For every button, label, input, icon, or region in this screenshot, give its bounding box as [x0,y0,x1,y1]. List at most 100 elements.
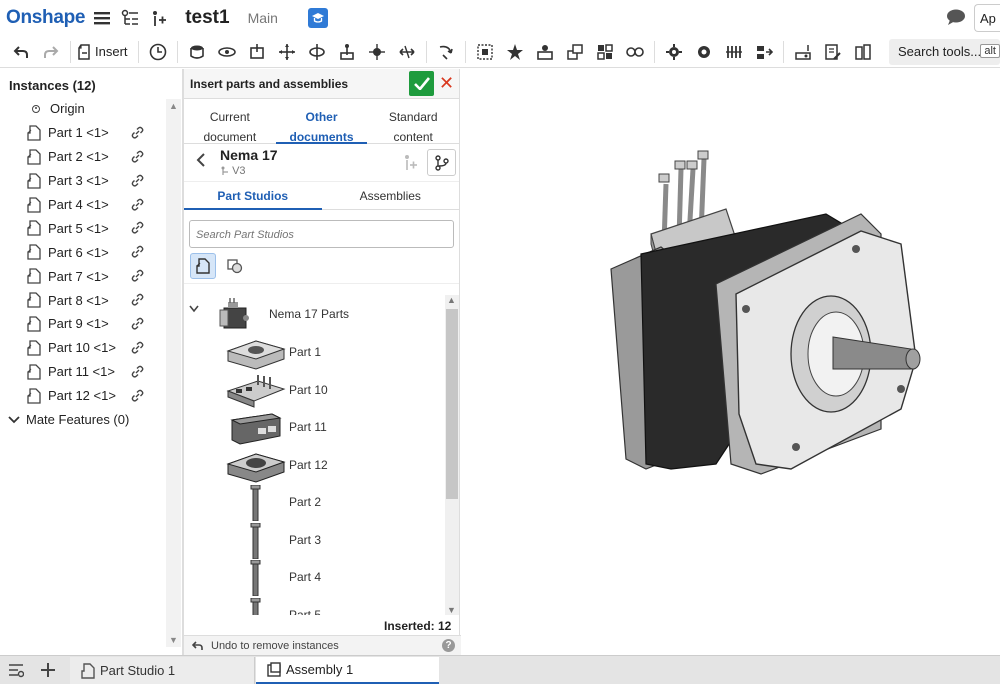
instance-item[interactable]: Part 9 <1> [0,312,182,336]
feature-list-icon[interactable] [119,7,141,29]
hamburger-menu-icon[interactable] [91,7,113,29]
tab-part-studio[interactable]: Part Studio 1 [70,657,255,684]
parallel-mate-icon[interactable] [396,41,418,63]
close-icon[interactable]: ✕ [439,74,454,92]
part-list-item[interactable]: Part 10 [184,371,444,409]
link-icon[interactable] [131,293,144,306]
sketches-view-toggle[interactable] [222,253,248,279]
redo-icon[interactable] [40,41,62,63]
rack-pinion-icon[interactable] [663,41,685,63]
branch-label[interactable]: Main [248,10,278,26]
undo-icon[interactable] [10,41,32,63]
slider-mate-icon[interactable] [246,41,268,63]
tab-manager-icon[interactable] [8,662,25,681]
link-icon[interactable] [131,269,144,282]
help-icon[interactable]: ? [442,639,455,652]
scrollbar-thumb[interactable] [446,309,458,499]
instance-item[interactable]: Part 3 <1> [0,169,182,193]
fastened-mate-icon[interactable] [186,41,208,63]
linear-relation-icon[interactable] [723,41,745,63]
insert-feature-icon[interactable] [147,7,169,29]
chat-icon[interactable] [946,8,966,29]
link-icon[interactable] [131,198,144,211]
link-icon[interactable] [131,150,144,163]
planar-mate-icon[interactable] [276,41,298,63]
search-part-studios-input[interactable] [196,229,453,241]
mate-connector-icon[interactable] [504,41,526,63]
scroll-down-icon[interactable]: ▼ [447,605,456,615]
part-list-item[interactable]: Part 1 [184,333,444,371]
tab-assembly[interactable]: Assembly 1 [256,657,439,684]
chevron-down-icon[interactable] [189,305,199,316]
part-list-item[interactable]: Part 5 [184,596,444,615]
cylindrical-mate-icon[interactable] [306,41,328,63]
scroll-up-icon[interactable]: ▲ [169,101,178,111]
add-tab-icon[interactable] [40,662,56,681]
link-icon[interactable] [131,245,144,258]
part-list-item[interactable]: Part 12 [184,446,444,484]
instances-scrollbar[interactable]: ▲ ▼ [166,99,181,647]
undo-bar[interactable]: Undo to remove instances ? [184,635,461,655]
graphics-viewport[interactable] [461,69,1000,655]
tab-part-studios[interactable]: Part Studios [184,182,322,210]
instance-item[interactable]: Part 6 <1> [0,240,182,264]
confirm-button[interactable] [409,71,434,96]
search-tools-input[interactable]: Search tools... alt [889,39,1000,65]
part-list-item[interactable]: Part 4 [184,558,444,597]
part-list-item[interactable]: Part 3 [184,521,444,559]
branch-button[interactable] [427,149,456,176]
instance-item[interactable]: Part 12 <1> [0,384,182,408]
instance-item[interactable]: Part 7 <1> [0,264,182,288]
group-icon[interactable] [474,41,496,63]
stepper-motor-model[interactable] [461,69,1000,655]
tab-other-documents[interactable]: Other documents [275,99,368,144]
link-icon[interactable] [131,317,144,330]
document-version-row[interactable]: V3 [220,163,278,179]
origin-item[interactable]: Origin [0,97,182,121]
replicate-icon[interactable] [564,41,586,63]
link-icon[interactable] [131,126,144,139]
mirror-icon[interactable] [594,41,616,63]
tab-assemblies[interactable]: Assemblies [322,182,460,209]
part-list-item[interactable]: Part 2 [184,483,444,522]
instance-item[interactable]: Part 1 <1> [0,121,182,145]
scroll-up-icon[interactable]: ▲ [447,295,456,305]
link-icon[interactable] [131,365,144,378]
screw-relation-icon[interactable] [693,41,715,63]
instance-item[interactable]: Part 2 <1> [0,145,182,169]
back-chevron-icon[interactable] [196,153,206,172]
revolute-mate-icon[interactable] [216,41,238,63]
part-list-item[interactable]: Part 11 [184,408,444,446]
document-title[interactable]: test1 [185,7,229,29]
link-icon[interactable] [131,341,144,354]
link-icon[interactable] [131,221,144,235]
linear-pattern-icon[interactable] [534,41,556,63]
named-views-icon[interactable] [822,41,844,63]
link-icon[interactable] [131,174,144,187]
part-studio-group[interactable]: Nema 17 Parts [184,295,444,333]
explode-view-icon[interactable] [852,41,874,63]
parts-view-toggle[interactable] [190,252,216,279]
link-icon[interactable] [131,389,144,402]
part-list-scrollbar[interactable]: ▲ ▼ [445,295,459,615]
instance-item[interactable]: Part 11 <1> [0,360,182,384]
onshape-logo[interactable]: Onshape [6,7,86,29]
clock-history-icon[interactable] [147,41,169,63]
instance-item[interactable]: Part 5 <1> [0,216,182,240]
instance-item[interactable]: Part 8 <1> [0,288,182,312]
tab-current-document[interactable]: Current document [184,99,276,144]
mate-features-item[interactable]: Mate Features (0) [0,408,182,432]
insert-button[interactable]: Insert [77,43,128,60]
app-store-button[interactable]: Ap [974,4,1000,32]
gear-relation-icon[interactable] [624,41,646,63]
learning-center-icon[interactable] [307,8,328,28]
pin-slot-mate-icon[interactable] [336,41,358,63]
scroll-down-icon[interactable]: ▼ [169,635,178,645]
tab-standard-content[interactable]: Standard content [367,99,459,144]
instance-item[interactable]: Part 10 <1> [0,336,182,360]
ball-mate-icon[interactable] [366,41,388,63]
section-view-icon[interactable] [792,41,814,63]
tangent-mate-icon[interactable] [435,41,457,63]
mate-connector-flip-icon[interactable] [753,41,775,63]
instance-item[interactable]: Part 4 <1> [0,193,182,217]
